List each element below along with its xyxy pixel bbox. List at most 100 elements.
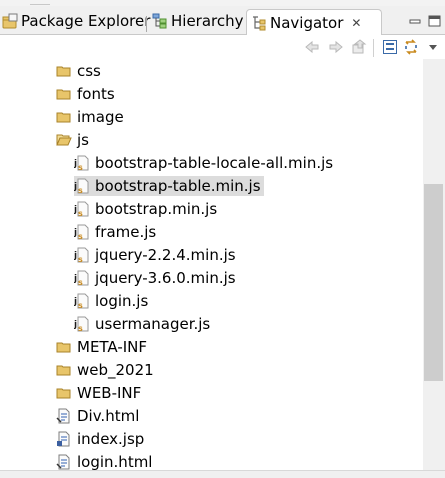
tab-package-explorer[interactable]: Package Explorer <box>2 10 150 32</box>
tree-node[interactable]: j s jquery-3.6.0.min.js <box>74 268 236 288</box>
minimize-button[interactable] <box>407 14 423 32</box>
tree-node[interactable]: j s login.js <box>74 291 148 311</box>
js-file-icon: js <box>74 316 95 332</box>
tree-node[interactable]: fonts <box>56 84 115 104</box>
tree-row[interactable]: j s jquery-2.2.4.min.js <box>0 243 423 266</box>
tree-node-label: login.html <box>77 453 153 470</box>
js-file-icon: js <box>74 270 95 286</box>
tree-row[interactable]: j s usermanager.js <box>0 312 423 335</box>
tree-row[interactable]: j s login.js <box>0 289 423 312</box>
tree-node[interactable]: META-INF <box>56 337 147 357</box>
forward-icon[interactable] <box>328 39 344 55</box>
tree-row[interactable]: j s frame.js <box>0 220 423 243</box>
hierarchy-icon <box>152 13 168 29</box>
tree-node-label: Div.html <box>77 407 140 425</box>
tree-node[interactable]: Div.html <box>56 406 139 426</box>
js-file-icon: js <box>74 178 95 194</box>
tab-label: Hierarchy <box>171 12 244 30</box>
tree-row[interactable]: j s bootstrap-table-locale-all.min.js <box>0 151 423 174</box>
up-icon[interactable] <box>351 39 367 55</box>
js-file-icon: js <box>74 293 95 309</box>
tree-row[interactable]: Div.html <box>0 404 423 427</box>
tree-node[interactable]: image <box>56 107 124 127</box>
view-toolbar <box>0 35 445 59</box>
tree-node-label: web_2021 <box>77 361 154 379</box>
tree-node-label: META-INF <box>77 338 148 356</box>
tab-separator <box>146 16 147 32</box>
tree-row[interactable]: META-INF <box>0 335 423 358</box>
tree-node-label: login.js <box>95 292 149 310</box>
tree-node[interactable]: js <box>56 130 89 150</box>
folder-icon <box>56 385 77 401</box>
vertical-scrollbar[interactable] <box>423 59 445 470</box>
tree-node[interactable]: j s bootstrap-table-locale-all.min.js <box>74 153 333 173</box>
svg-text:s: s <box>78 209 83 217</box>
tree-row[interactable]: j s bootstrap.min.js <box>0 197 423 220</box>
svg-text:j: j <box>74 320 77 330</box>
maximize-button[interactable] <box>427 14 443 32</box>
view-tab-bar: Package Explorer Hierarchy Navigator ✕ <box>0 6 445 35</box>
html-file-icon <box>56 454 77 470</box>
tree-row[interactable]: index.jsp <box>0 427 423 450</box>
link-with-editor-icon[interactable] <box>403 39 419 55</box>
tree-row[interactable]: image <box>0 105 423 128</box>
tree-node-label: bootstrap.min.js <box>95 200 218 218</box>
svg-text:s: s <box>78 163 83 171</box>
folder-icon <box>56 63 77 79</box>
tree-row[interactable]: WEB-INF <box>0 381 423 404</box>
svg-text:s: s <box>78 255 83 263</box>
folder-icon <box>56 339 77 355</box>
close-tab-icon[interactable]: ✕ <box>351 16 361 30</box>
tree-row[interactable]: web_2021 <box>0 358 423 381</box>
tree-node[interactable]: j s usermanager.js <box>74 314 210 334</box>
tree-node-label: frame.js <box>95 223 157 241</box>
tree-row[interactable]: css <box>0 59 423 82</box>
toolbar-separator <box>373 39 374 57</box>
tree-row[interactable]: js <box>0 128 423 151</box>
view-menu-icon[interactable] <box>425 39 441 55</box>
svg-text:j: j <box>74 251 77 261</box>
folder-icon <box>56 109 77 125</box>
jsp-file-icon <box>56 431 77 447</box>
tab-hierarchy[interactable]: Hierarchy <box>152 10 244 32</box>
tree-row[interactable]: j s jquery-3.6.0.min.js <box>0 266 423 289</box>
svg-text:j: j <box>74 274 77 284</box>
back-icon[interactable] <box>304 39 320 55</box>
svg-text:j: j <box>74 182 77 192</box>
scrollbar-thumb[interactable] <box>424 184 443 381</box>
svg-text:j: j <box>74 228 77 238</box>
tree-node[interactable]: j s jquery-2.2.4.min.js <box>74 245 236 265</box>
svg-text:s: s <box>78 232 83 240</box>
tree-node-label: index.jsp <box>77 430 145 448</box>
js-file-icon: js <box>74 201 95 217</box>
tree-node[interactable]: css <box>56 61 101 81</box>
tree-node-label: bootstrap-table-locale-all.min.js <box>95 154 334 172</box>
tree-row[interactable]: j s bootstrap-table.min.js <box>0 174 423 197</box>
tree-node-label: fonts <box>77 85 115 103</box>
tree-node-label: usermanager.js <box>95 315 211 333</box>
svg-text:j: j <box>74 205 77 215</box>
js-file-icon: js <box>74 247 95 263</box>
svg-text:j: j <box>74 159 77 169</box>
tree-row[interactable]: login.html <box>0 450 423 470</box>
tree-node[interactable]: WEB-INF <box>56 383 141 403</box>
tree-node-label: jquery-2.2.4.min.js <box>95 246 236 264</box>
folder-icon <box>56 86 77 102</box>
folder-icon <box>56 362 77 378</box>
window-top-nub <box>30 0 50 5</box>
collapse-all-icon[interactable] <box>382 39 398 55</box>
tab-label: Package Explorer <box>21 12 151 30</box>
svg-text:s: s <box>78 301 83 309</box>
tab-navigator[interactable]: Navigator ✕ <box>246 9 382 35</box>
tree-node[interactable]: j s frame.js <box>74 222 156 242</box>
tree-node[interactable]: j s bootstrap.min.js <box>74 199 217 219</box>
tree-node[interactable]: web_2021 <box>56 360 154 380</box>
js-file-icon: js <box>74 155 95 171</box>
tree-node-selected[interactable]: j s bootstrap-table.min.js <box>74 176 264 196</box>
tree-node[interactable]: login.html <box>56 452 152 470</box>
navigator-icon <box>251 15 267 31</box>
tree-node-label: WEB-INF <box>77 384 142 402</box>
tree-row[interactable]: fonts <box>0 82 423 105</box>
tree-node[interactable]: index.jsp <box>56 429 144 449</box>
tree-node-label: js <box>77 131 89 149</box>
